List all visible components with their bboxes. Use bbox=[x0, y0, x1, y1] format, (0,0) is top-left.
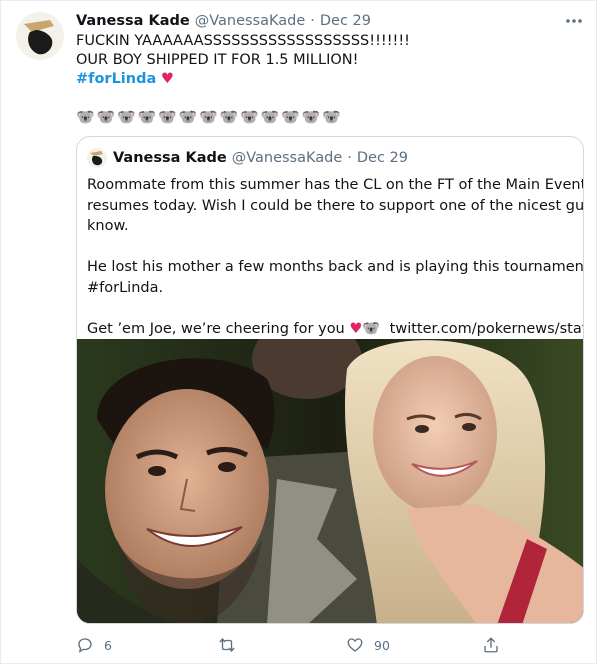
koala-emoji: 🐨 bbox=[240, 108, 260, 126]
koala-emoji-row: 🐨 🐨 🐨 🐨 🐨 🐨 🐨 🐨 🐨 🐨 🐨 🐨 🐨 bbox=[76, 107, 342, 127]
koala-emoji: 🐨 bbox=[301, 108, 321, 126]
tweet-header: Vanessa Kade @VanessaKade · Dec 29 bbox=[76, 11, 371, 31]
quoted-line-5: #forLinda. bbox=[87, 279, 164, 296]
author-name[interactable]: Vanessa Kade bbox=[76, 13, 190, 29]
quoted-author-handle: @VanessaKade bbox=[231, 150, 343, 166]
reply-count: 6 bbox=[104, 637, 112, 653]
hashtag-link[interactable]: #forLinda bbox=[76, 71, 156, 87]
photo-media[interactable] bbox=[77, 339, 583, 623]
koala-emoji: 🐨 bbox=[158, 108, 178, 126]
quoted-avatar-image bbox=[87, 148, 107, 168]
koala-emoji: 🐨 bbox=[199, 108, 219, 126]
heart-emoji: ♥ bbox=[349, 320, 363, 337]
reply-icon bbox=[78, 638, 92, 653]
koala-emoji: 🐨 bbox=[281, 108, 301, 126]
tweet-line-1: FUCKIN YAAAAAASSSSSSSSSSSSSSSSSS!!!!!!! bbox=[76, 33, 410, 49]
quoted-tweet-text: Roommate from this summer has the CL on … bbox=[87, 175, 584, 340]
koala-emoji: 🐨 bbox=[76, 108, 96, 126]
quoted-date: Dec 29 bbox=[356, 150, 408, 166]
quoted-line-6: Get ’em Joe, we’re cheering for you ♥🐨 t… bbox=[87, 319, 583, 340]
quoted-line-4: He lost his mother a few months back and… bbox=[87, 259, 584, 275]
tweet-actions: 6 90 bbox=[76, 632, 516, 658]
like-count: 90 bbox=[374, 637, 390, 653]
quoted-avatar bbox=[87, 148, 107, 168]
retweet-icon bbox=[219, 638, 235, 652]
quoted-line-3: know. bbox=[87, 218, 129, 234]
tweet-text: FUCKIN YAAAAAASSSSSSSSSSSSSSSSSS!!!!!!! … bbox=[76, 32, 576, 89]
quoted-separator: · bbox=[347, 150, 352, 166]
more-dots-icon bbox=[566, 19, 582, 23]
koala-emoji: 🐨 bbox=[219, 108, 239, 126]
koala-emoji: 🐨 bbox=[96, 108, 116, 126]
tweet-date[interactable]: Dec 29 bbox=[320, 13, 371, 29]
tweet-line-3: #forLinda ♥ bbox=[76, 70, 576, 89]
tweet-line-2: OUR BOY SHIPPED IT FOR 1.5 MILLION! bbox=[76, 52, 359, 68]
separator: · bbox=[310, 13, 315, 29]
share-icon bbox=[484, 637, 498, 653]
quoted-last-text: Get ’em Joe, we’re cheering for you bbox=[87, 320, 345, 337]
koala-emoji: 🐨 bbox=[178, 108, 198, 126]
share-button[interactable] bbox=[482, 632, 510, 658]
avatar[interactable] bbox=[16, 12, 64, 60]
quoted-author-name: Vanessa Kade bbox=[113, 150, 227, 166]
retweet-button[interactable] bbox=[218, 632, 246, 658]
koala-emoji: 🐨 bbox=[260, 108, 280, 126]
quoted-url-link[interactable]: twitter.com/pokernews/stat... bbox=[390, 321, 583, 337]
koala-emoji: 🐨 bbox=[117, 108, 137, 126]
like-button[interactable]: 90 bbox=[346, 632, 390, 658]
more-icon[interactable] bbox=[565, 12, 583, 28]
heart-icon bbox=[347, 638, 363, 652]
quoted-line-2: resumes today. Wish I could be there to … bbox=[87, 197, 584, 214]
reply-button[interactable]: 6 bbox=[76, 632, 112, 658]
photo-image bbox=[77, 339, 583, 623]
heart-emoji: ♥ bbox=[160, 71, 174, 87]
quoted-tweet[interactable]: Vanessa Kade @VanessaKade · Dec 29 Roomm… bbox=[76, 136, 584, 624]
koala-emoji: 🐨 bbox=[362, 320, 381, 337]
avatar-image bbox=[16, 12, 64, 60]
quoted-line-1: Roommate from this summer has the CL on … bbox=[87, 177, 584, 193]
koala-emoji: 🐨 bbox=[322, 108, 342, 126]
koala-emoji: 🐨 bbox=[137, 108, 157, 126]
author-handle[interactable]: @VanessaKade bbox=[195, 13, 306, 29]
quoted-tweet-header: Vanessa Kade @VanessaKade · Dec 29 bbox=[87, 148, 408, 168]
